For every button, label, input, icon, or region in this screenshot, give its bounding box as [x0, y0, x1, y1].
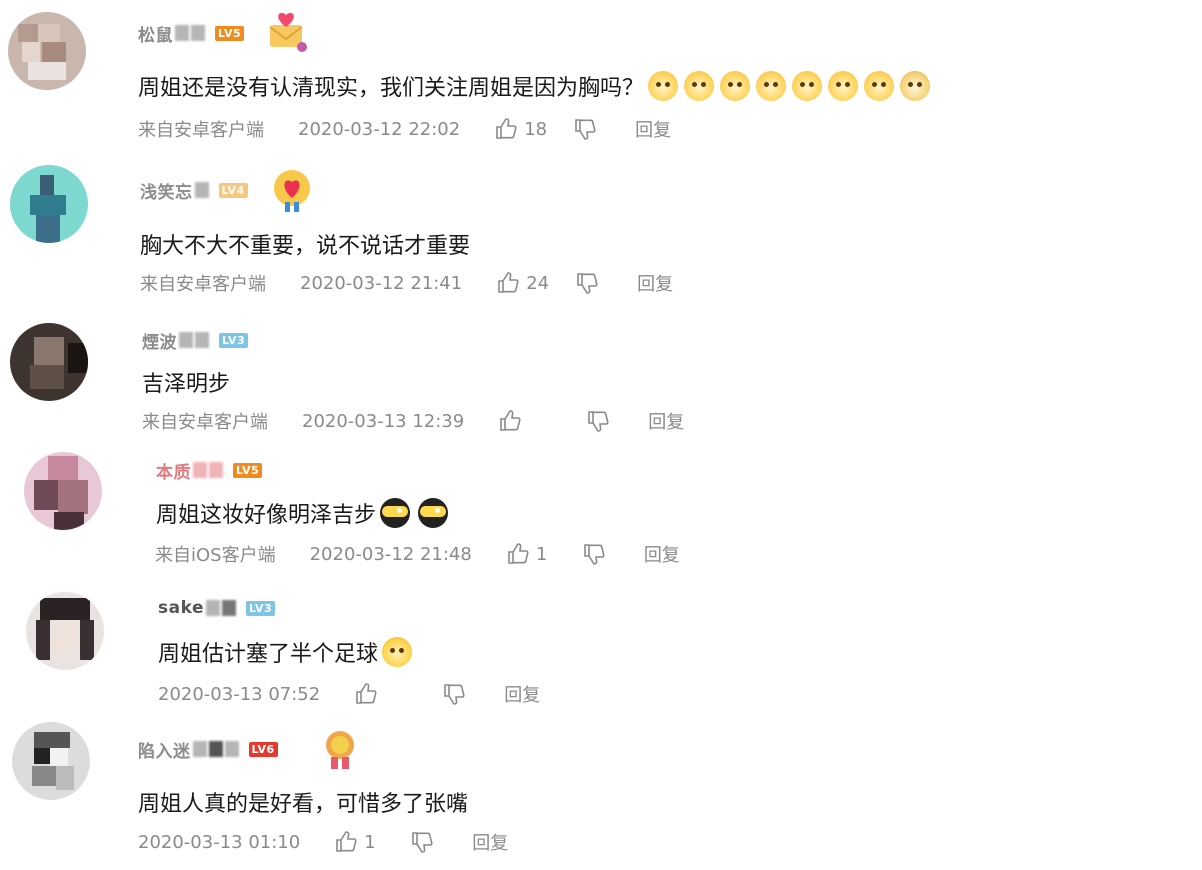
timestamp: 2020-03-13 12:39	[302, 410, 465, 432]
avatar[interactable]	[10, 323, 88, 401]
level-badge: LV6	[248, 741, 278, 757]
cat-face-icon	[828, 71, 859, 101]
client-source: 来自安卓客户端	[138, 120, 264, 141]
redacted-mark	[192, 741, 207, 757]
cat-face-icon	[720, 71, 751, 101]
redacted-mark	[193, 462, 207, 478]
cat-face-icon	[792, 71, 823, 101]
level-badge: LV5	[215, 25, 245, 41]
username[interactable]: 浅笑忘	[140, 178, 193, 203]
username[interactable]: sake	[158, 598, 204, 618]
username[interactable]: 煙波	[142, 328, 177, 353]
avatar[interactable]	[24, 452, 102, 530]
love-letter-icon	[269, 12, 308, 52]
cat-face-icon	[648, 71, 679, 101]
timestamp: 2020-03-13 01:10	[138, 831, 301, 853]
doge-face-icon	[900, 71, 931, 101]
thumbs-down-icon	[577, 273, 598, 294]
dislike-button[interactable]	[582, 542, 606, 566]
redacted-mark	[224, 741, 239, 757]
timestamp: 2020-03-12 21:48	[309, 543, 472, 565]
redacted-mark	[194, 182, 209, 198]
reply-button[interactable]: 回复	[635, 116, 671, 142]
reply-button[interactable]: 回复	[648, 408, 684, 434]
ninja-face-icon	[380, 498, 411, 528]
redacted-mark	[208, 741, 223, 757]
timestamp: 2020-03-12 21:41	[300, 272, 463, 294]
level-badge: LV3	[219, 332, 249, 348]
thumbs-down-icon	[588, 411, 609, 432]
comment-text: 胸大不大不重要，说不说话才重要	[140, 234, 471, 259]
redacted-mark	[191, 25, 205, 41]
comment-text: 吉泽明步	[142, 372, 231, 397]
like-button[interactable]: 24	[496, 271, 549, 295]
comment-text: 周姐人真的是好看，可惜多了张嘴	[138, 792, 469, 817]
redacted-mark	[209, 462, 223, 478]
avatar[interactable]	[10, 165, 88, 243]
like-button[interactable]: 18	[494, 117, 547, 141]
like-count: 18	[524, 118, 548, 140]
client-source: 来自安卓客户端	[142, 412, 268, 433]
avatar[interactable]	[12, 722, 90, 800]
cat-face-icon	[756, 71, 787, 101]
reply-button[interactable]: 回复	[644, 541, 680, 567]
comment-text: 周姐估计塞了半个足球	[158, 642, 379, 667]
dislike-button[interactable]	[410, 830, 434, 854]
comment-text: 周姐这妆好像明泽吉步	[156, 503, 377, 528]
avatar[interactable]	[26, 592, 104, 670]
username[interactable]: 松鼠	[138, 21, 173, 46]
redacted-mark	[195, 332, 209, 348]
thumbs-up-icon	[336, 831, 357, 852]
client-source: 来自iOS客户端	[155, 545, 276, 566]
thumbs-down-icon	[412, 832, 433, 853]
thumbs-down-icon	[444, 684, 465, 705]
redacted-mark	[175, 25, 189, 41]
comment-text: 周姐还是没有认清现实，我们关注周姐是因为胸吗？	[138, 76, 645, 101]
level-badge: LV5	[233, 462, 263, 478]
redacted-mark	[179, 332, 193, 348]
thumbs-up-icon	[500, 410, 521, 431]
dislike-button[interactable]	[586, 409, 610, 433]
thumbs-up-icon	[498, 272, 519, 293]
username[interactable]: 陷入迷	[138, 737, 191, 762]
redacted-mark	[205, 600, 220, 616]
reply-button[interactable]: 回复	[504, 681, 540, 707]
like-count: 1	[364, 831, 376, 853]
thumbs-down-icon	[584, 544, 605, 565]
cat-face-icon	[684, 71, 715, 101]
ribbon-medal-icon	[325, 731, 354, 769]
like-button[interactable]	[354, 682, 404, 706]
like-button[interactable]: 1	[334, 830, 384, 854]
cat-face-icon	[864, 71, 895, 101]
thumbs-down-icon	[575, 119, 596, 140]
like-button[interactable]	[498, 409, 548, 433]
avatar[interactable]	[8, 12, 86, 90]
like-count: 24	[526, 272, 550, 294]
like-button[interactable]: 1	[506, 542, 556, 566]
dislike-button[interactable]	[573, 117, 597, 141]
thumbs-up-icon	[508, 543, 529, 564]
level-badge: LV4	[218, 182, 248, 198]
laughing-face-icon	[382, 637, 413, 667]
like-count: 1	[535, 543, 548, 565]
thumbs-up-icon	[356, 683, 377, 704]
heart-medal-icon	[273, 170, 310, 212]
client-source: 来自安卓客户端	[140, 274, 266, 295]
username[interactable]: 本质	[156, 458, 191, 483]
thumbs-up-icon	[496, 118, 517, 139]
timestamp: 2020-03-13 07:52	[158, 683, 321, 705]
reply-button[interactable]: 回复	[637, 270, 673, 296]
level-badge: LV3	[245, 600, 276, 616]
reply-button[interactable]: 回复	[472, 829, 508, 855]
redacted-mark	[221, 600, 236, 616]
timestamp: 2020-03-12 22:02	[298, 118, 461, 140]
dislike-button[interactable]	[442, 682, 466, 706]
dislike-button[interactable]	[575, 271, 599, 295]
ninja-face-icon	[418, 498, 449, 528]
